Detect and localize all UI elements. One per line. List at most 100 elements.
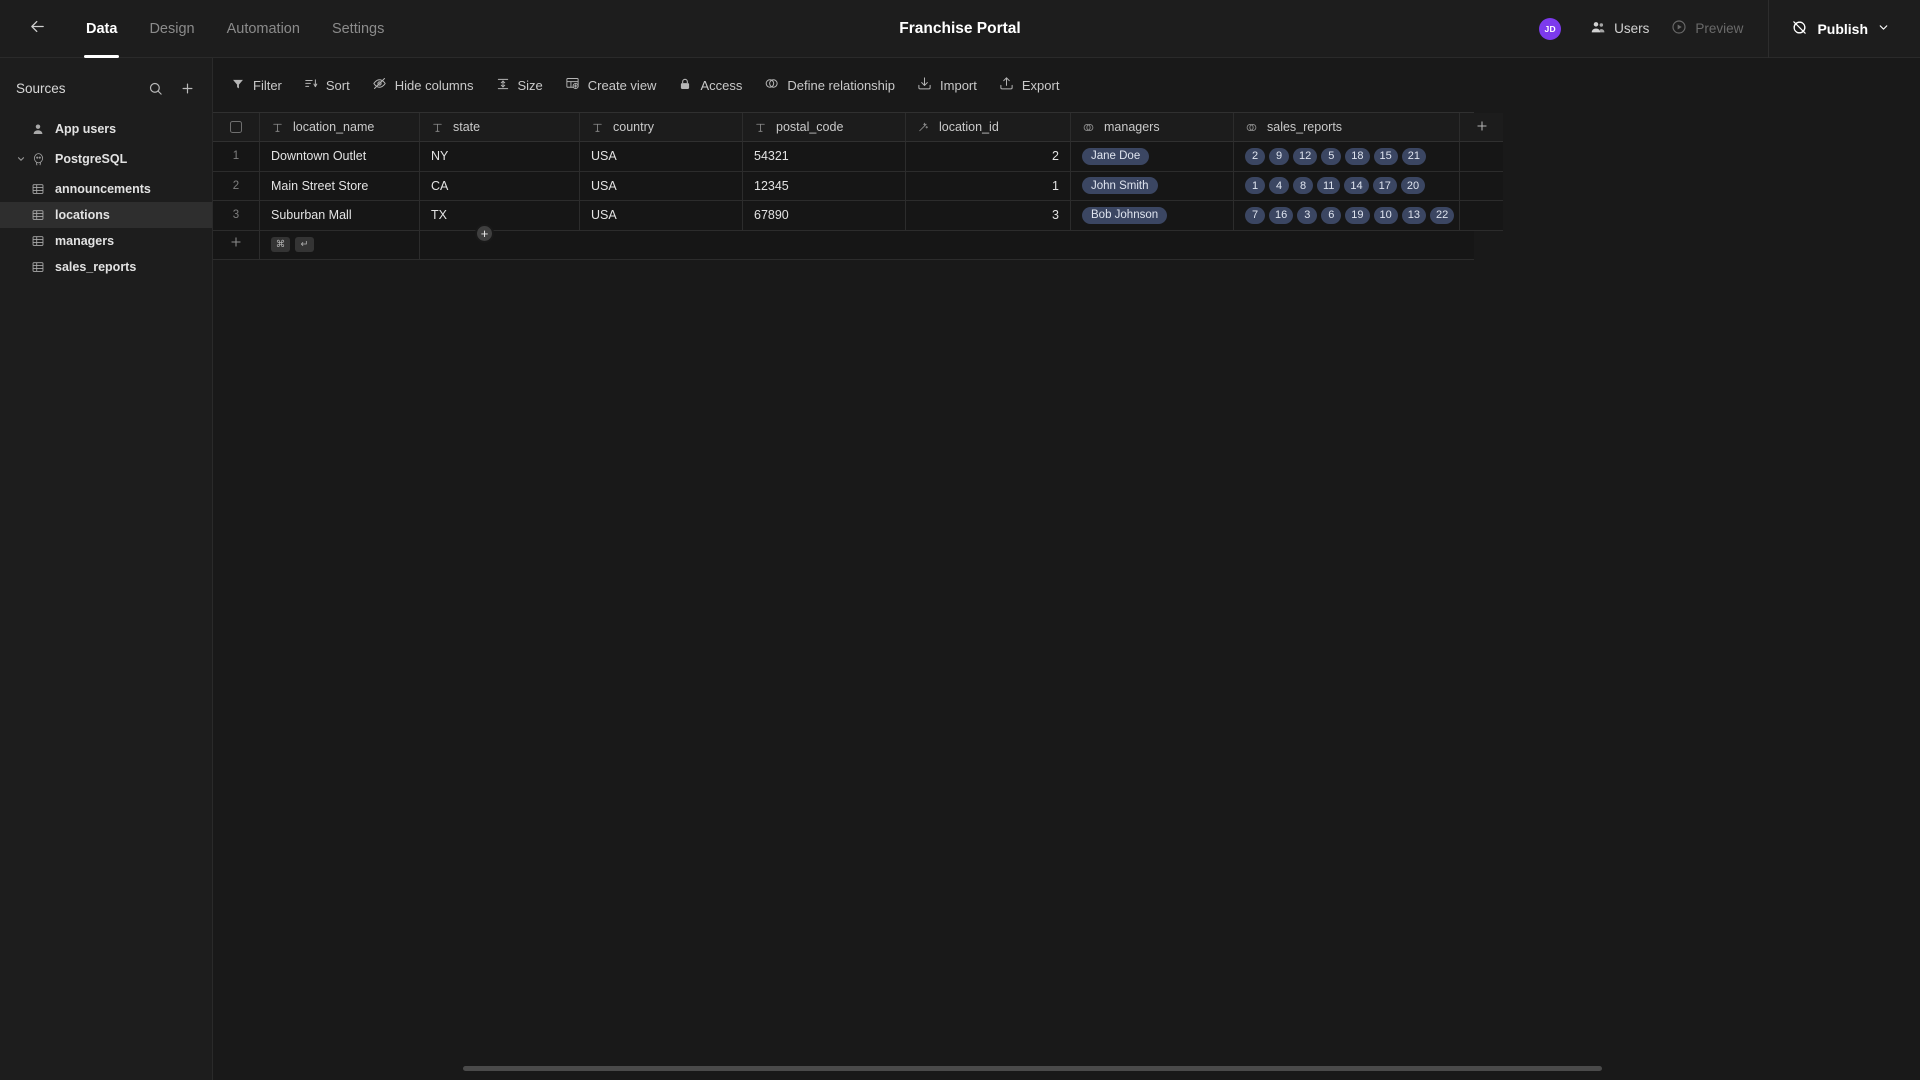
sales-report-chip[interactable]: 9 [1269, 147, 1289, 165]
column-header-managers[interactable]: managers [1071, 113, 1234, 142]
filter-button[interactable]: Filter [221, 72, 292, 99]
add-row[interactable]: ⌘ ↵ [213, 230, 1474, 260]
create-view-label: Create view [587, 77, 657, 93]
tab-automation[interactable]: Automation [211, 0, 316, 58]
cell-location-id[interactable]: 3 [906, 201, 1071, 231]
sales-report-chip[interactable]: 22 [1430, 206, 1455, 224]
size-button[interactable]: Size [486, 72, 553, 99]
sales-report-chip[interactable]: 14 [1344, 177, 1369, 195]
checkbox-icon[interactable] [230, 121, 242, 133]
cell-location-name[interactable]: Suburban Mall [260, 201, 420, 231]
tab-settings[interactable]: Settings [316, 0, 400, 58]
sidebar-item-postgresql[interactable]: PostgreSQL [0, 146, 212, 172]
scrollbar-thumb[interactable] [463, 1066, 1602, 1071]
sidebar-item-sales-reports[interactable]: sales_reports [0, 254, 212, 280]
sales-report-chip[interactable]: 19 [1345, 206, 1370, 224]
sales-report-chip[interactable]: 15 [1373, 147, 1398, 165]
sales-report-chip[interactable]: 4 [1269, 177, 1289, 195]
define-relationship-button[interactable]: Define relationship [754, 71, 905, 99]
table-row[interactable]: 2 Main Street Store CA USA 12345 1 John … [213, 171, 1503, 201]
back-button[interactable] [22, 14, 52, 44]
sidebar-item-announcements[interactable]: announcements [0, 176, 212, 202]
preview-button[interactable]: Preview [1660, 12, 1754, 45]
publish-button[interactable]: Publish [1783, 12, 1898, 46]
header-divider [1768, 0, 1770, 58]
cell-country[interactable]: USA [580, 142, 743, 172]
select-all-cell[interactable] [213, 113, 260, 142]
add-row-button[interactable] [213, 230, 260, 260]
sales-report-chip[interactable]: 6 [1321, 206, 1342, 224]
cell-state[interactable]: NY [420, 142, 580, 172]
cell-sales-reports[interactable]: 7 16 3 6 19 10 13 22 [1234, 201, 1460, 231]
sales-report-chip[interactable]: 10 [1373, 206, 1398, 224]
cell-state[interactable]: TX [420, 201, 580, 231]
avatar[interactable]: JD [1539, 17, 1562, 40]
sidebar-item-locations[interactable]: locations [0, 202, 212, 228]
access-button[interactable]: Access [668, 72, 752, 99]
cell-country[interactable]: USA [580, 201, 743, 231]
sales-report-chip[interactable]: 21 [1401, 147, 1426, 165]
cell-sales-reports[interactable]: 1 4 8 11 14 17 20 [1234, 171, 1460, 201]
column-header-label: sales_reports [1267, 120, 1343, 134]
add-source-icon[interactable] [176, 77, 198, 99]
tab-data[interactable]: Data [70, 0, 133, 58]
column-header-sales-reports[interactable]: sales_reports [1234, 113, 1460, 142]
horizontal-scrollbar[interactable] [463, 1066, 1835, 1071]
sales-report-chip[interactable]: 18 [1345, 147, 1370, 165]
row-end-spacer [1460, 201, 1503, 231]
users-button[interactable]: Users [1579, 12, 1660, 45]
cell-location-name[interactable]: Main Street Store [260, 171, 420, 201]
insert-column-button[interactable]: + [475, 224, 494, 243]
cell-postal-code[interactable]: 12345 [743, 171, 906, 201]
export-button[interactable]: Export [989, 71, 1070, 99]
chevron-down-icon[interactable] [14, 154, 28, 164]
create-view-button[interactable]: Create view [555, 71, 667, 99]
sales-report-chip[interactable]: 1 [1245, 177, 1265, 195]
cell-location-id[interactable]: 2 [906, 142, 1071, 172]
search-icon[interactable] [144, 77, 166, 99]
sales-report-chip[interactable]: 12 [1293, 147, 1318, 165]
cell-location-name[interactable]: Downtown Outlet [260, 142, 420, 172]
column-header-country[interactable]: country [580, 113, 743, 142]
cell-country[interactable]: USA [580, 171, 743, 201]
sales-report-chip[interactable]: 8 [1293, 177, 1313, 195]
sidebar-item-app-users[interactable]: App users [0, 116, 212, 142]
users-label: Users [1614, 21, 1650, 36]
sales-report-chip[interactable]: 11 [1317, 177, 1341, 195]
cell-postal-code[interactable]: 67890 [743, 201, 906, 231]
cell-managers[interactable]: Jane Doe [1071, 142, 1234, 172]
manager-chip[interactable]: Jane Doe [1082, 147, 1150, 165]
row-number: 2 [213, 171, 260, 201]
import-button[interactable]: Import [907, 71, 987, 99]
cell-postal-code[interactable]: 54321 [743, 142, 906, 172]
sales-report-chip[interactable]: 5 [1321, 147, 1342, 165]
sort-button[interactable]: Sort [294, 72, 360, 99]
sales-report-chip[interactable]: 3 [1297, 206, 1318, 224]
cell-managers[interactable]: John Smith [1071, 171, 1234, 201]
cell-state[interactable]: CA [420, 171, 580, 201]
sales-report-chip[interactable]: 20 [1400, 177, 1426, 195]
sidebar-item-managers[interactable]: managers [0, 228, 212, 254]
sidebar-item-label: locations [55, 208, 110, 222]
sales-report-chip[interactable]: 17 [1372, 177, 1397, 195]
table-row[interactable]: 3 Suburban Mall TX USA 67890 3 Bob Johns… [213, 201, 1503, 231]
column-header-postal-code[interactable]: postal_code [743, 113, 906, 142]
column-header-state[interactable]: state [420, 113, 580, 142]
column-header-location-id[interactable]: location_id [906, 113, 1071, 142]
tab-design[interactable]: Design [133, 0, 210, 58]
hide-columns-button[interactable]: Hide columns [362, 71, 484, 99]
autonumber-type-icon [917, 121, 930, 134]
sales-report-chip[interactable]: 16 [1269, 206, 1294, 224]
sales-report-chip[interactable]: 7 [1245, 206, 1265, 224]
cell-sales-reports[interactable]: 2 9 12 5 18 15 21 [1234, 142, 1460, 172]
column-header-location-name[interactable]: location_name [260, 113, 420, 142]
add-column-button[interactable] [1460, 113, 1503, 142]
sort-icon [304, 77, 318, 94]
manager-chip[interactable]: Bob Johnson [1082, 206, 1168, 224]
table-row[interactable]: 1 Downtown Outlet NY USA 54321 2 Jane Do… [213, 142, 1503, 172]
manager-chip[interactable]: John Smith [1082, 177, 1158, 195]
sales-report-chip[interactable]: 2 [1245, 147, 1265, 165]
cell-location-id[interactable]: 1 [906, 171, 1071, 201]
sales-report-chip[interactable]: 13 [1401, 206, 1426, 224]
cell-managers[interactable]: Bob Johnson [1071, 201, 1234, 231]
